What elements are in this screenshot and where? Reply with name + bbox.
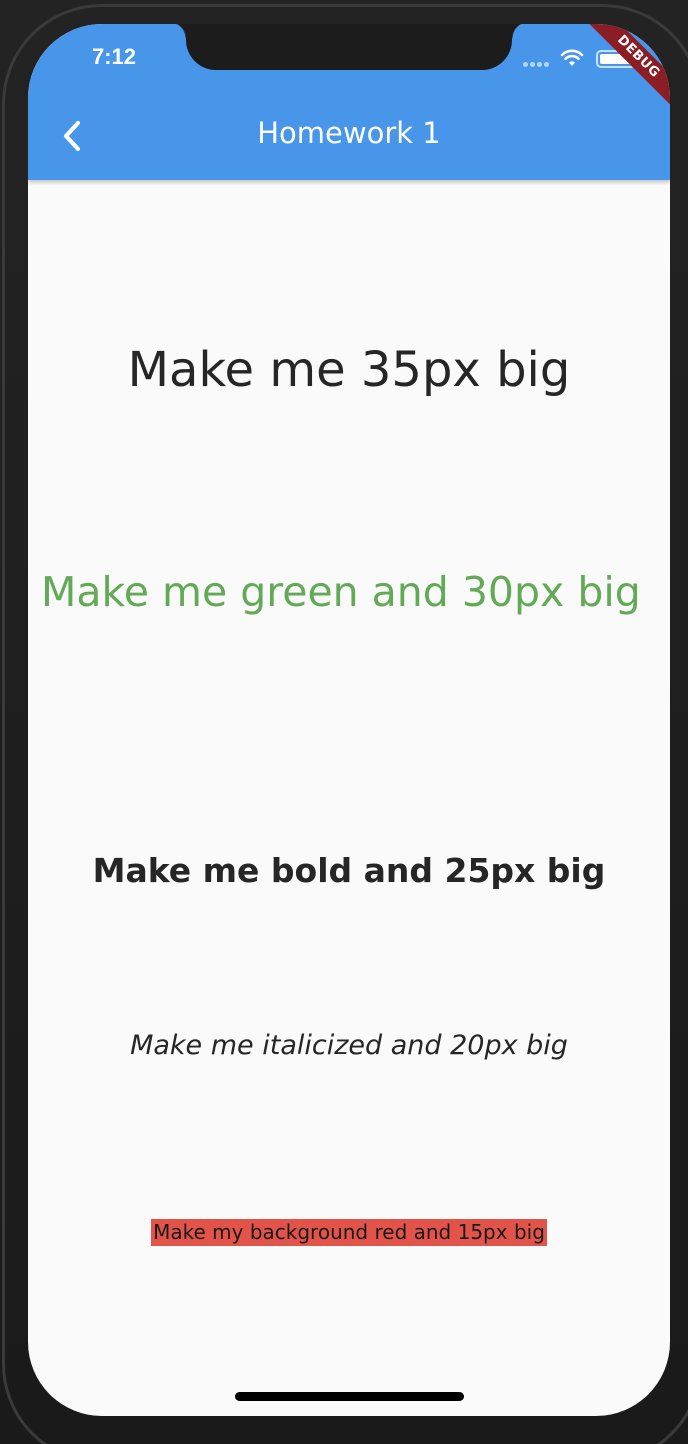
text-red-background-15px: Make my background red and 15px big [151,1219,547,1246]
phone-screen: 7:12 Homework 1 DEBUG Make me 35px big M… [28,24,670,1416]
wifi-icon [560,49,584,66]
app-bar: 7:12 Homework 1 [28,24,670,180]
text-red-bg-container: Make my background red and 15px big [28,1219,670,1246]
device-notch [170,24,528,70]
text-italic-20px: Make me italicized and 20px big [130,1030,568,1061]
home-indicator[interactable] [235,1392,464,1401]
text-35px: Make me 35px big [127,342,571,398]
cellular-signal-icon [523,62,551,68]
phone-device: 7:12 Homework 1 DEBUG Make me 35px big M… [0,0,688,1444]
text-bold-25px: Make me bold and 25px big [92,851,606,890]
text-green-30px: Make me green and 30px big [41,568,641,616]
page-title: Homework 1 [257,116,441,150]
status-time: 7:12 [92,44,137,69]
